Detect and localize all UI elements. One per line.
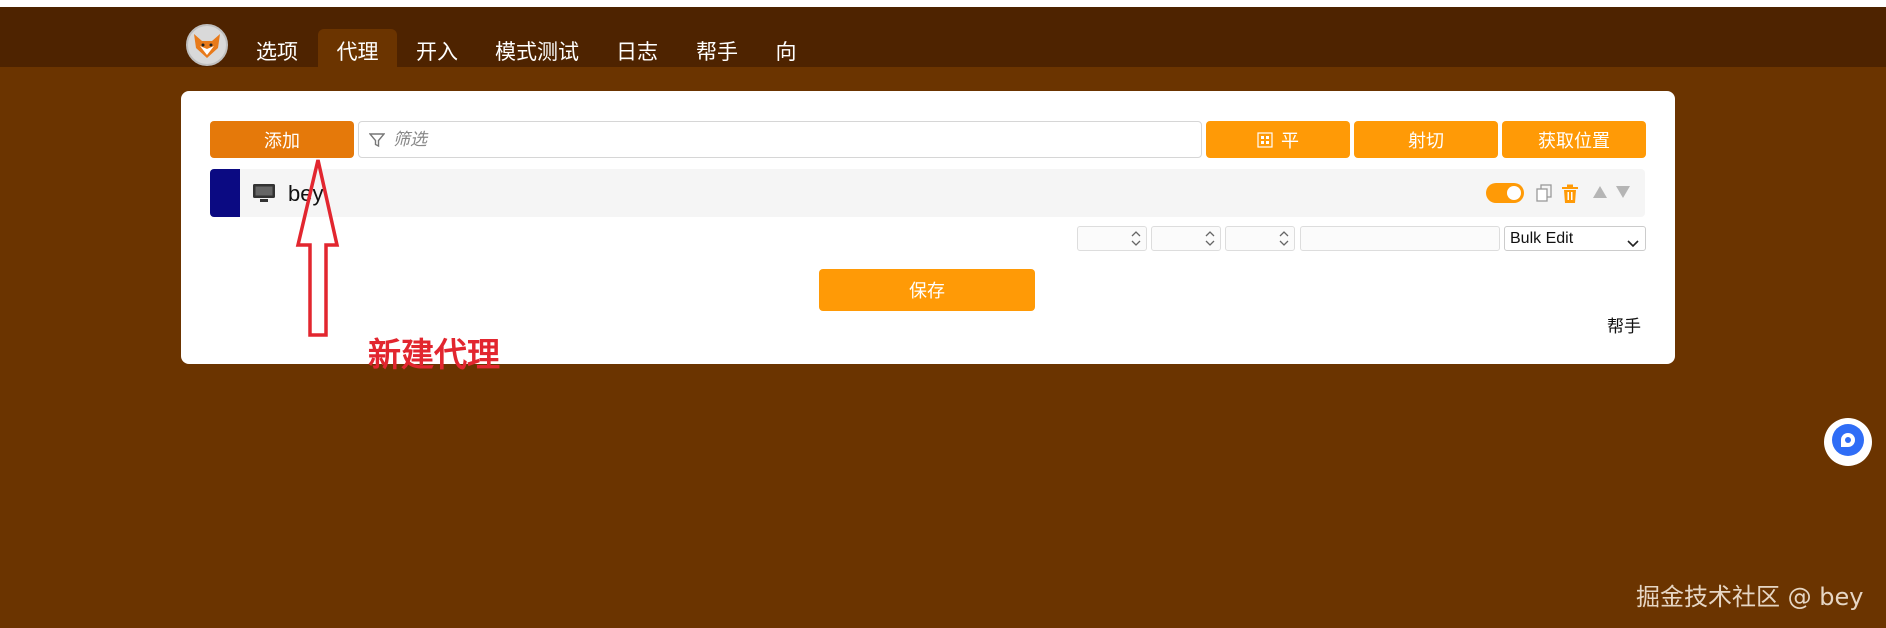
delete-icon[interactable] bbox=[1561, 184, 1579, 209]
flat-button[interactable]: 平 bbox=[1206, 121, 1350, 158]
proxy-color-swatch bbox=[210, 169, 240, 217]
stepper-arrows-icon bbox=[1130, 230, 1142, 252]
proxies-panel: 添加 平 射切 获取位置 bey bbox=[181, 91, 1675, 364]
bulk-edit-value: Bulk Edit bbox=[1510, 230, 1574, 247]
number-stepper-2[interactable] bbox=[1151, 226, 1221, 251]
number-stepper-1[interactable] bbox=[1077, 226, 1147, 251]
toggle-knob bbox=[1507, 186, 1521, 200]
move-up-icon[interactable] bbox=[1592, 185, 1608, 204]
chevron-down-icon bbox=[1627, 233, 1639, 256]
top-navbar: 选项 代理 开入 模式测试 日志 帮手 向 bbox=[0, 7, 1886, 74]
proxy-list-item[interactable]: bey bbox=[210, 169, 1645, 217]
grid-icon bbox=[1257, 131, 1273, 148]
fox-logo-icon bbox=[186, 24, 228, 66]
help-link[interactable]: 帮手 bbox=[1607, 312, 1641, 337]
bulk-text-input[interactable] bbox=[1300, 226, 1500, 251]
stepper-arrows-icon bbox=[1204, 230, 1216, 252]
number-stepper-3[interactable] bbox=[1225, 226, 1295, 251]
tab-log[interactable]: 日志 bbox=[608, 29, 666, 74]
filter-icon bbox=[368, 132, 386, 153]
watermark-text: 掘金技术社区 @ bey bbox=[1636, 583, 1864, 611]
filter-box bbox=[358, 121, 1202, 158]
tab-about[interactable]: 向 bbox=[766, 29, 806, 74]
tab-help[interactable]: 帮手 bbox=[688, 29, 746, 74]
top-strip bbox=[0, 0, 1886, 7]
save-button[interactable]: 保存 bbox=[819, 269, 1035, 311]
filter-input[interactable] bbox=[393, 126, 1183, 154]
tab-pattern-test[interactable]: 模式测试 bbox=[484, 29, 590, 74]
move-down-icon[interactable] bbox=[1615, 185, 1631, 204]
get-location-button[interactable]: 获取位置 bbox=[1502, 121, 1646, 158]
cut-button[interactable]: 射切 bbox=[1354, 121, 1498, 158]
chat-bubble-icon bbox=[1831, 423, 1865, 462]
copy-icon[interactable] bbox=[1536, 184, 1552, 207]
tab-options[interactable]: 选项 bbox=[248, 29, 306, 74]
bulk-edit-select[interactable]: Bulk Edit bbox=[1504, 226, 1646, 251]
tab-proxies[interactable]: 代理 bbox=[318, 29, 397, 74]
flat-button-label: 平 bbox=[1281, 130, 1299, 152]
annotation-text: 新建代理 bbox=[368, 335, 500, 374]
tab-import[interactable]: 开入 bbox=[407, 29, 467, 74]
annotation-arrow bbox=[295, 159, 340, 337]
floating-assistant-button[interactable] bbox=[1824, 418, 1872, 466]
stepper-arrows-icon bbox=[1278, 230, 1290, 252]
monitor-icon bbox=[252, 183, 276, 208]
proxy-enable-toggle[interactable] bbox=[1486, 183, 1524, 203]
